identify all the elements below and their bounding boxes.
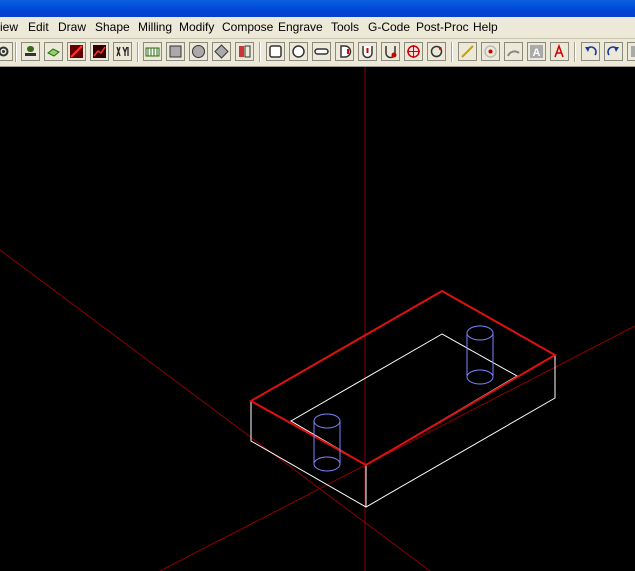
target-icon[interactable] [404,42,423,61]
line-chart-icon[interactable] [67,42,86,61]
stock-box [248,289,558,508]
menu-engrave[interactable]: Engrave [278,20,323,34]
menu-help[interactable]: Help [473,20,498,34]
text-a-icon[interactable]: A [527,42,546,61]
toolbar-separator [574,42,576,62]
menu-postproc[interactable]: Post-Proc [416,20,469,34]
menu-edit[interactable]: Edit [28,20,49,34]
menu-tools[interactable]: Tools [331,20,359,34]
stock-bottom-edges [250,355,556,508]
stamp-icon[interactable] [21,42,40,61]
circle-icon[interactable] [189,42,208,61]
hole-right-bottom [466,369,494,385]
rotate-icon[interactable] [427,42,446,61]
film-icon[interactable] [143,42,162,61]
hole-left-top [313,413,341,429]
line-tool-icon[interactable] [458,42,477,61]
toolbar-separator [259,42,261,62]
3d-viewport[interactable] [0,67,635,571]
text-a-label: A [533,47,541,59]
redo-icon[interactable] [604,42,623,61]
gear-icon[interactable] [0,42,13,61]
undo-icon[interactable] [581,42,600,61]
circle-pocket-icon[interactable] [289,42,308,61]
drill-point-icon[interactable] [481,42,500,61]
u-shape-icon[interactable] [381,42,400,61]
rectangle-icon[interactable] [166,42,185,61]
layer-icon[interactable] [44,42,63,61]
menu-milling[interactable]: Milling [138,20,172,34]
toolbar-separator [137,42,139,62]
slot-icon[interactable] [312,42,331,61]
hole-right-top [466,325,494,341]
toolbar-separator [451,42,453,62]
toolbar: A [0,39,635,67]
diamond-icon[interactable] [212,42,231,61]
extra-icon[interactable] [627,42,635,61]
menu-compose[interactable]: Compose [222,20,273,34]
menu-modify[interactable]: Modify [179,20,214,34]
menu-shape[interactable]: Shape [95,20,130,34]
mirror-icon[interactable] [235,42,254,61]
plot-icon[interactable] [90,42,109,61]
text-edit-icon[interactable] [550,42,569,61]
toolbar-separator [15,42,17,62]
stock-top-face [248,289,558,467]
hole-left-bottom [313,456,341,472]
axis-lines [0,67,635,571]
arc-icon[interactable] [504,42,523,61]
cup-icon[interactable] [358,42,377,61]
menu-bar: iew Edit Draw Shape Milling Modify Compo… [0,17,635,39]
window-titlebar [0,0,635,17]
menu-view[interactable]: iew [0,20,18,34]
menu-gcode[interactable]: G-Code [368,20,410,34]
d-shape-icon[interactable] [335,42,354,61]
rounded-rect-icon[interactable] [266,42,285,61]
menu-draw[interactable]: Draw [58,20,86,34]
xyz-axes-icon[interactable] [113,42,132,61]
y-axis [159,325,635,571]
